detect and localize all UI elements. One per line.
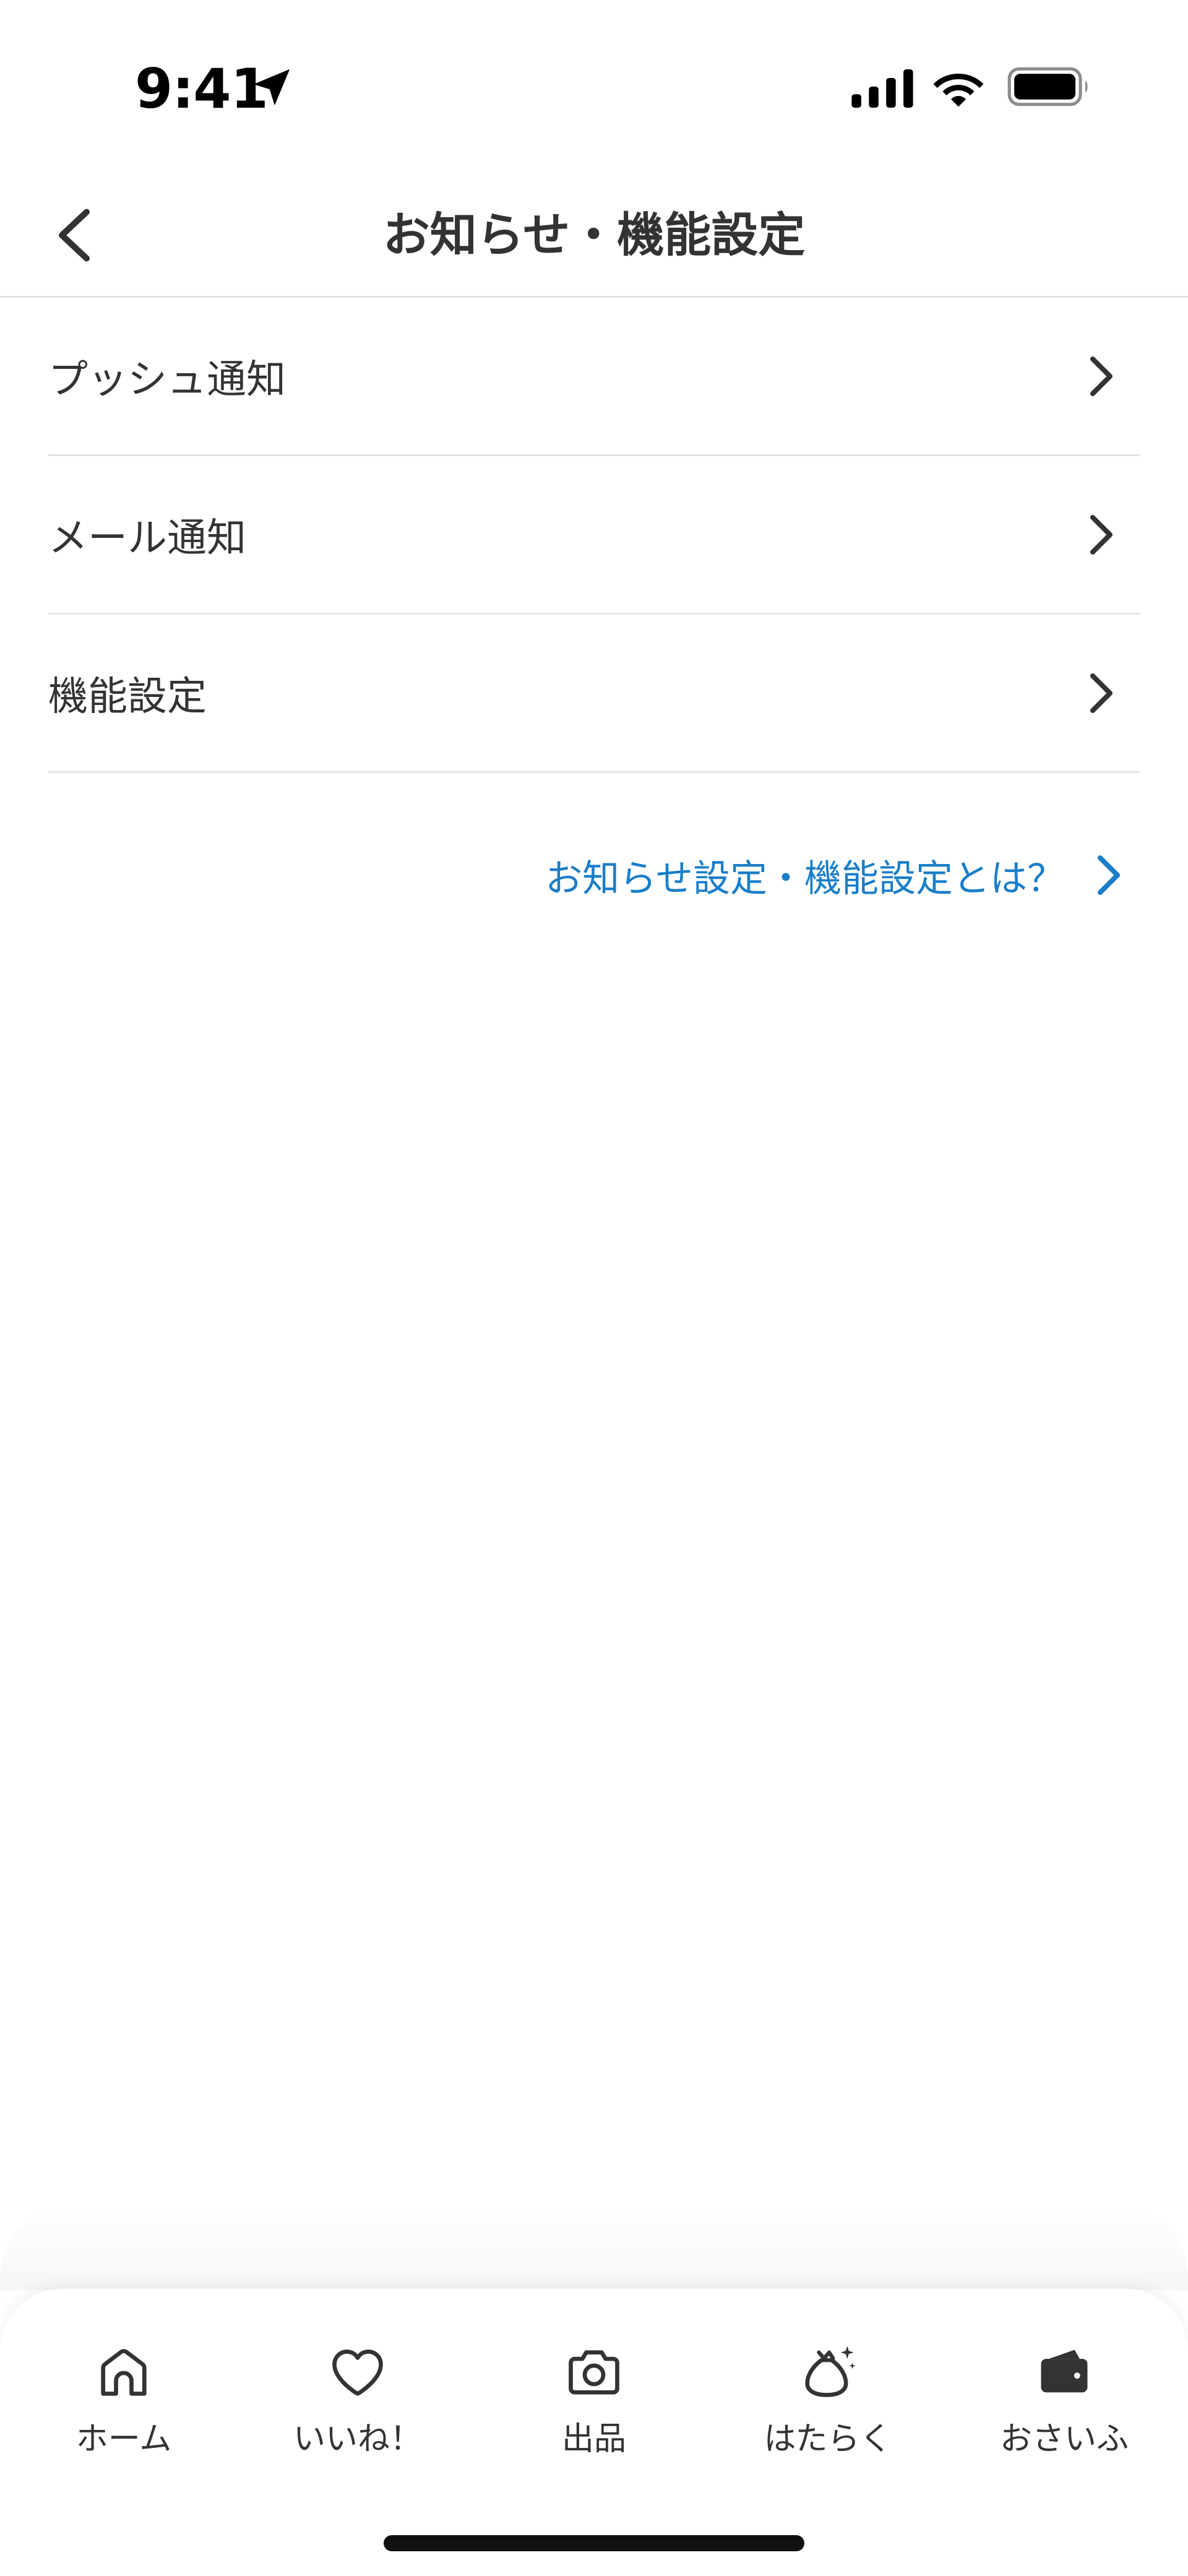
tab-likes[interactable]: いいね！ — [259, 2341, 457, 2465]
chevron-right-icon — [1098, 855, 1120, 895]
tab-label: 出品 — [561, 2421, 626, 2458]
chevron-right-icon — [1090, 356, 1113, 396]
camera-icon — [569, 2350, 619, 2395]
menu-item-email-notification[interactable]: メール通知 — [48, 456, 1140, 615]
money-bag-icon — [805, 2346, 856, 2397]
menu-item-feature-settings[interactable]: 機能設定 — [48, 615, 1140, 773]
tab-label: おさいふ — [999, 2421, 1129, 2458]
menu-item-push-notification[interactable]: プッシュ通知 — [48, 298, 1140, 456]
chevron-right-icon — [1090, 673, 1113, 713]
home-icon — [101, 2349, 147, 2396]
menu-item-label: 機能設定 — [48, 673, 207, 720]
tab-home[interactable]: ホーム — [25, 2341, 223, 2465]
settings-menu-list: プッシュ通知 メール通知 機能設定 — [48, 298, 1140, 773]
tab-label: はたらく — [764, 2421, 892, 2458]
menu-item-label: プッシュ通知 — [48, 357, 286, 403]
tab-wallet[interactable]: おさいふ — [965, 2341, 1163, 2465]
tab-label: ホーム — [75, 2421, 172, 2458]
heart-icon — [332, 2349, 383, 2396]
tab-work[interactable]: はたらく — [729, 2341, 927, 2465]
page-title: お知らせ・機能設定 — [382, 207, 806, 262]
tab-bar: ホーム いいね！ 出品 はたらく おさいふ — [0, 2289, 1188, 2576]
help-link-label: お知らせ設定・機能設定とは？ — [545, 857, 1064, 901]
cellular-signal-icon — [851, 69, 913, 108]
navigation-header: お知らせ・機能設定 — [0, 173, 1188, 298]
battery-icon — [1007, 67, 1088, 106]
help-link[interactable]: お知らせ設定・機能設定とは？ — [545, 844, 1132, 906]
location-arrow-icon — [253, 69, 290, 106]
home-indicator — [384, 2535, 804, 2551]
back-button[interactable] — [37, 198, 111, 272]
status-bar: 9:41 — [0, 0, 1188, 173]
tab-sell[interactable]: 出品 — [495, 2341, 693, 2465]
wallet-icon — [1041, 2349, 1088, 2393]
tab-bar-shadow — [0, 2203, 1188, 2290]
wifi-icon — [933, 74, 984, 107]
chevron-right-icon — [1090, 514, 1113, 555]
tab-label: いいね！ — [293, 2421, 422, 2458]
chevron-left-icon — [59, 209, 90, 262]
menu-item-label: メール通知 — [48, 515, 246, 561]
